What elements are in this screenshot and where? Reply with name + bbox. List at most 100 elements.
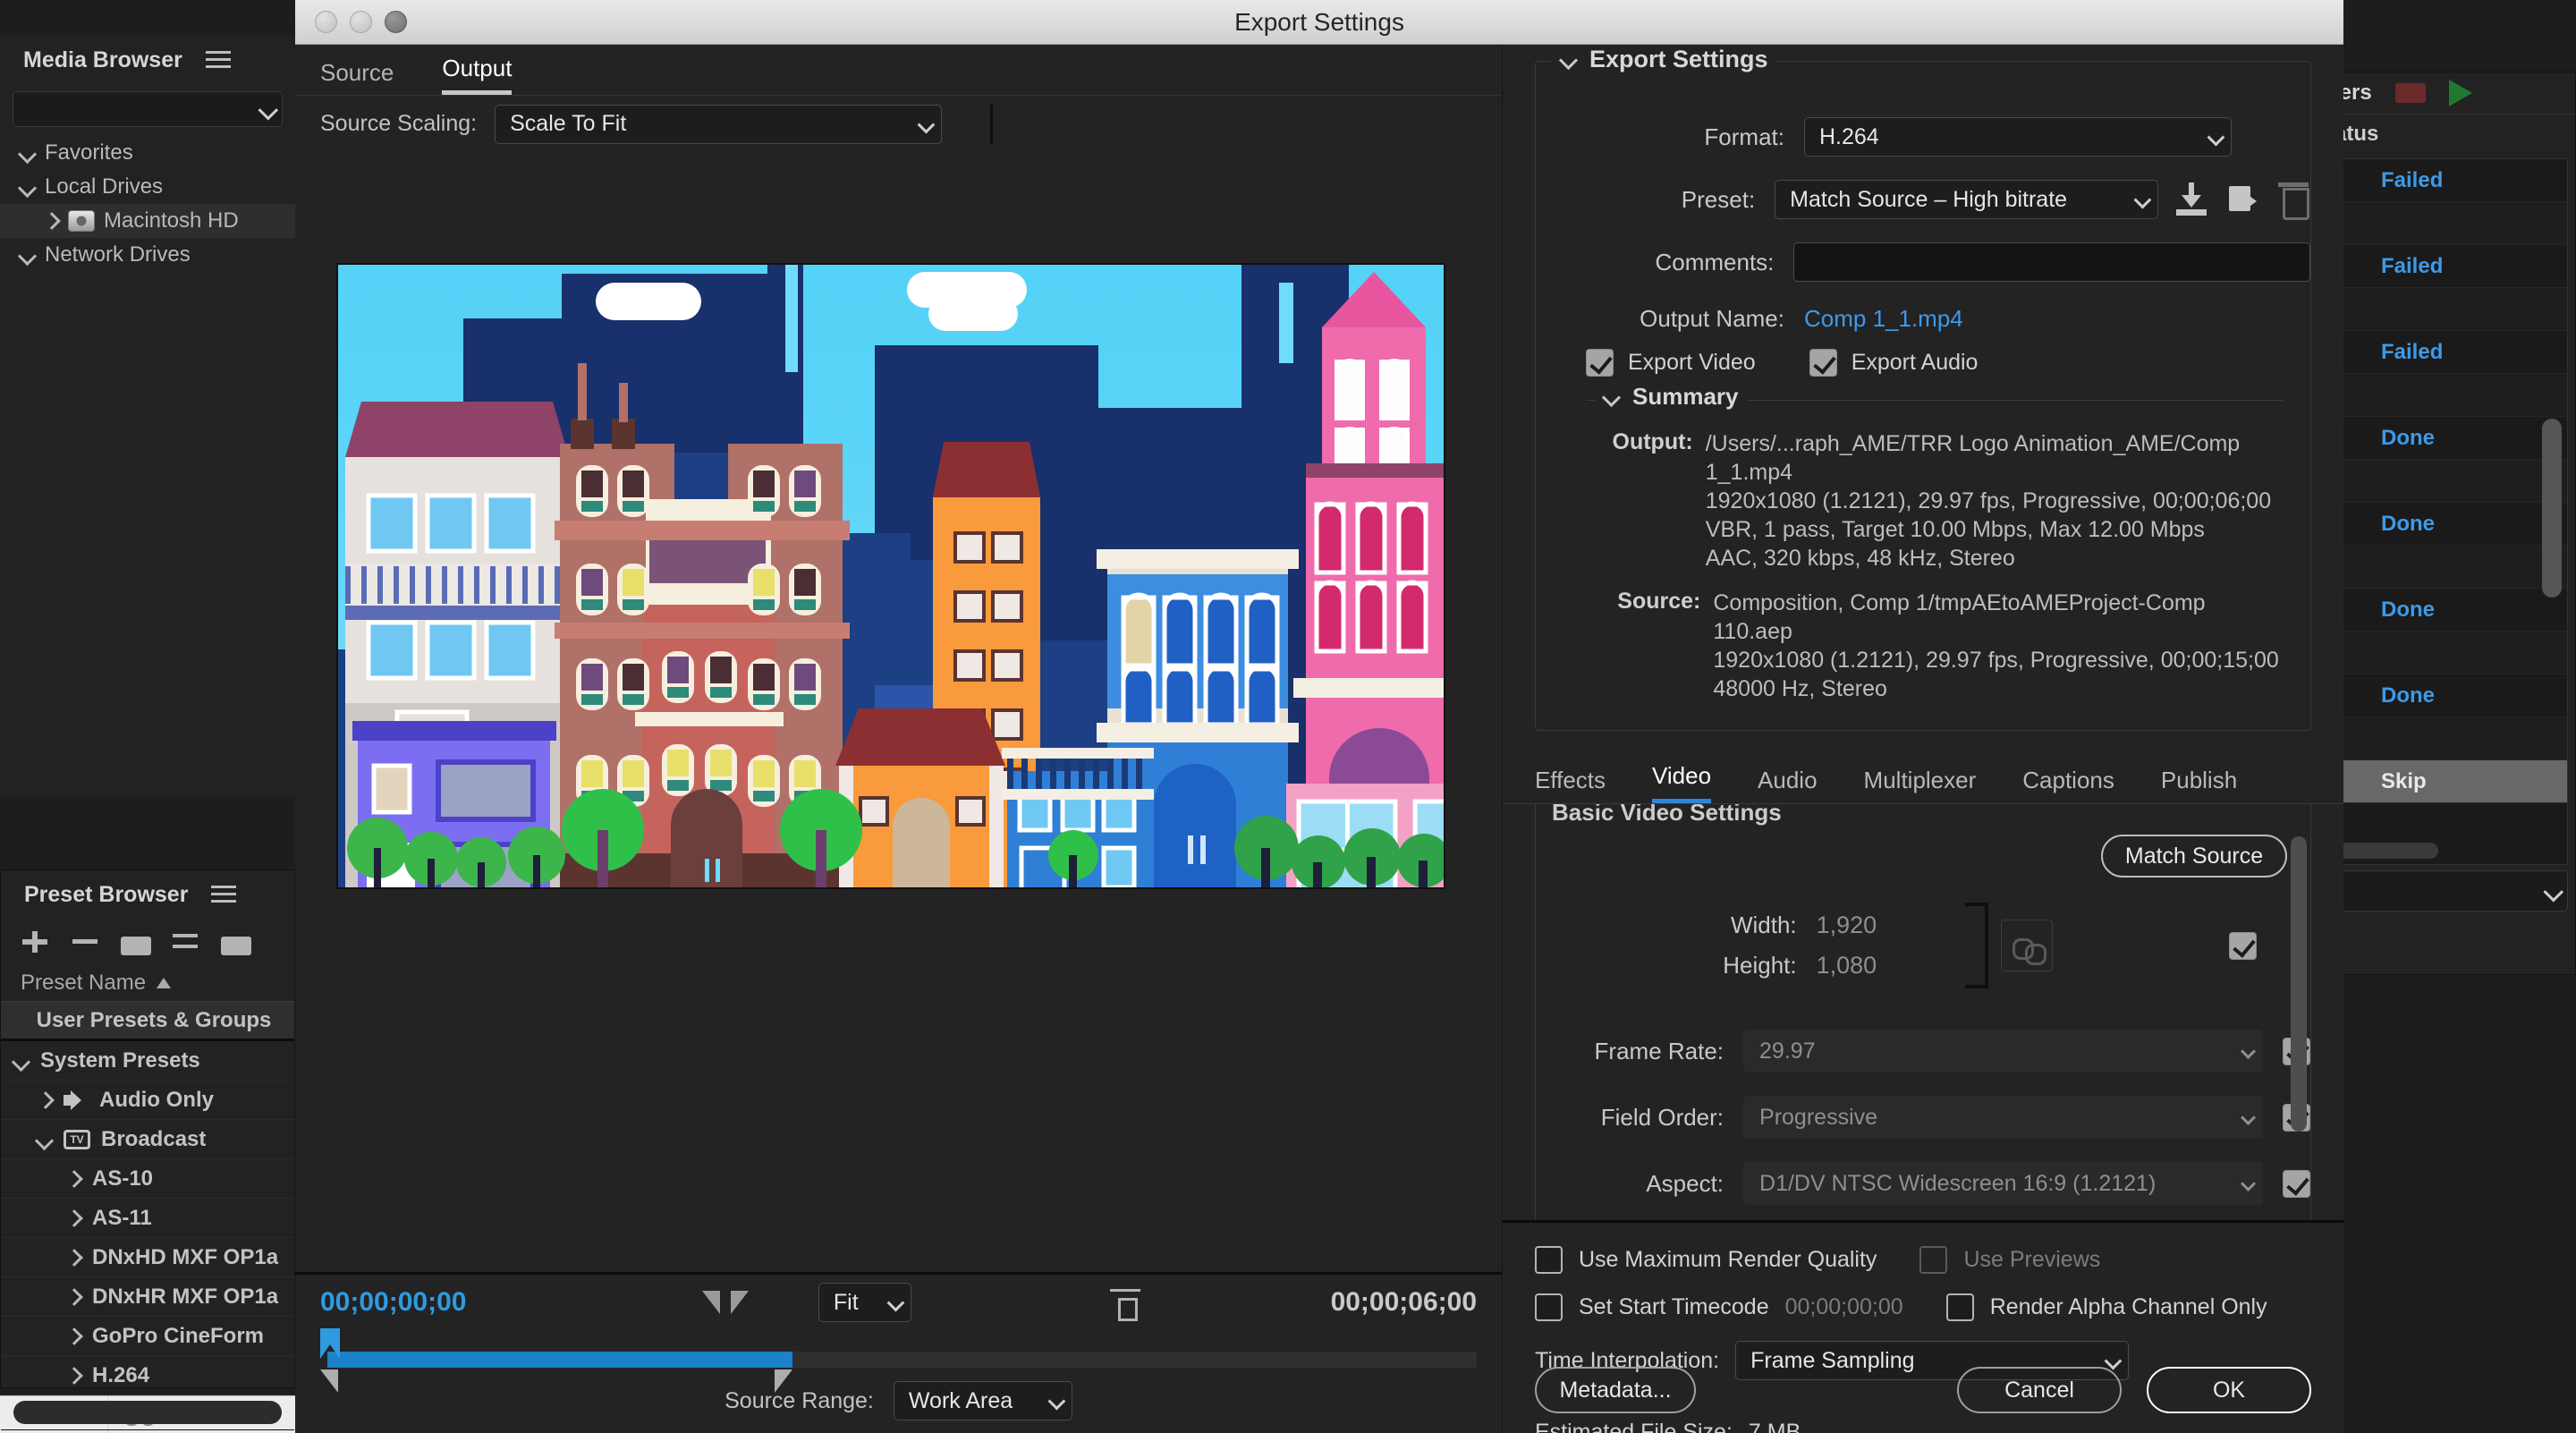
preset-label: H.264 [92,1362,150,1387]
tab-output[interactable]: Output [442,55,513,95]
export-video-checkbox[interactable] [1586,349,1614,377]
stop-icon[interactable] [2394,83,2426,103]
list-item[interactable]: H.264 [1,1356,294,1395]
start-queue-icon[interactable] [2448,80,2472,106]
minus-icon[interactable] [71,929,101,954]
aspect-select[interactable]: D1/DV NTSC Widescreen 16:9 (1.2121) [1743,1162,2263,1205]
estimated-file-size-value: 7 MB [1748,1420,1801,1433]
set-start-timecode-value[interactable]: 00;00;00;00 [1785,1294,1903,1320]
list-item[interactable]: User Presets & Groups [1,1002,294,1041]
scrub-bar-area[interactable] [320,1328,1477,1393]
dialog-titlebar[interactable]: Export Settings [295,0,2343,45]
format-select[interactable]: H.264 [1804,117,2232,157]
cancel-button[interactable]: Cancel [1957,1367,2122,1413]
tree-label: Favorites [45,140,133,165]
import-preset-icon[interactable] [2224,181,2260,218]
tab-video[interactable]: Video [1652,762,1712,803]
current-timecode[interactable]: 00;00;00;00 [320,1287,466,1318]
width-height-checkbox[interactable] [2229,931,2257,960]
preset-label: User Presets & Groups [36,1007,272,1032]
tree-row-favorites[interactable]: Favorites [0,136,295,170]
source-range-select[interactable]: Work Area [893,1381,1072,1420]
preset-label: Preset: [1681,185,1756,213]
preset-settings-icon[interactable] [171,929,201,954]
tab-effects[interactable]: Effects [1535,767,1606,803]
chevron-down-icon[interactable] [1561,52,1577,68]
import-preset-icon[interactable] [221,936,251,955]
tab-captions[interactable]: Captions [2022,767,2114,803]
ok-button[interactable]: OK [2147,1367,2311,1413]
tree-row-network-drives[interactable]: Network Drives [0,238,295,272]
chevron-down-icon[interactable] [20,247,36,263]
status-badge: Done [2381,425,2435,450]
list-item[interactable]: System Presets [1,1041,294,1081]
comments-input[interactable] [1793,242,2310,282]
plus-icon[interactable] [21,929,51,954]
set-out-point-icon[interactable] [730,1291,749,1314]
tab-source[interactable]: Source [320,59,394,95]
width-value[interactable]: 1,920 [1817,912,1965,939]
zoom-level-select[interactable]: Fit [818,1283,911,1322]
export-settings-legend[interactable]: Export Settings [1552,46,1777,73]
comments-label: Comments: [1655,248,1775,276]
chevron-right-icon[interactable] [65,1171,81,1187]
list-item[interactable]: AS-11 [1,1199,294,1238]
list-item[interactable]: DNxHR MXF OP1a [1,1277,294,1317]
render-alpha-only-checkbox[interactable] [1945,1293,1974,1321]
source-scaling-select[interactable]: Scale To Fit [495,104,943,144]
set-in-point-icon[interactable] [701,1291,720,1314]
chevron-down-icon[interactable] [37,1132,53,1148]
new-folder-icon[interactable] [121,936,151,955]
tree-row-local-drives[interactable]: Local Drives [0,170,295,204]
preset-horizontal-scrollbar[interactable] [13,1401,282,1424]
list-item[interactable]: DNxHD MXF OP1a [1,1238,294,1277]
chevron-down-icon[interactable] [20,179,36,195]
chevron-right-icon[interactable] [65,1368,81,1384]
preset-select[interactable]: Match Source – High bitrate [1775,180,2159,219]
media-path-select[interactable] [13,91,283,127]
frame-rate-select[interactable]: 29.97 [1743,1030,2263,1073]
save-preset-icon[interactable] [2173,181,2209,218]
chevron-right-icon[interactable] [65,1328,81,1344]
format-label: Format: [1704,123,1784,150]
chevron-right-icon[interactable] [43,213,59,229]
preset-column-header[interactable]: Preset Name [1,965,294,1001]
status-badge: Failed [2381,167,2444,192]
output-name-link[interactable]: Comp 1_1.mp4 [1804,305,1963,333]
chevron-right-icon[interactable] [65,1210,81,1226]
chevron-right-icon[interactable] [65,1250,81,1266]
aspect-ratio-icon[interactable] [1109,1285,1140,1321]
work-area-range[interactable] [327,1352,792,1368]
tab-publish[interactable]: Publish [2161,767,2237,803]
chevron-down-icon[interactable] [13,1053,30,1069]
video-settings-scrollbar[interactable] [2291,836,2307,1132]
set-start-timecode-checkbox[interactable] [1535,1293,1563,1321]
list-item[interactable]: Audio Only [1,1081,294,1120]
field-order-select[interactable]: Progressive [1743,1096,2263,1139]
export-audio-checkbox[interactable] [1809,349,1837,377]
list-item[interactable]: AS-10 [1,1159,294,1199]
match-source-button[interactable]: Match Source [2101,835,2287,878]
chevron-right-icon[interactable] [65,1289,81,1305]
tab-audio[interactable]: Audio [1758,767,1818,803]
list-item[interactable]: TV Broadcast [1,1120,294,1159]
chevron-down-icon[interactable] [1604,389,1620,405]
list-item[interactable]: GoPro CineForm [1,1317,294,1356]
tree-row-macintosh-hd[interactable]: Macintosh HD [0,204,295,238]
hamburger-icon[interactable] [211,886,237,903]
tab-multiplexer[interactable]: Multiplexer [1864,767,1977,803]
chevron-down-icon [2241,1109,2257,1125]
render-options-row-2: Set Start Timecode 00;00;00;00 Render Al… [1535,1293,2311,1321]
summary-legend[interactable]: Summary [1595,383,1748,411]
chevron-down-icon[interactable] [20,145,36,161]
chevron-right-icon[interactable] [37,1092,53,1108]
dialog-title: Export Settings [1234,7,1404,36]
playhead[interactable] [320,1328,340,1364]
height-value[interactable]: 1,080 [1817,952,1965,979]
queue-vertical-scrollbar[interactable] [2542,419,2562,598]
hamburger-icon[interactable] [205,51,231,69]
metadata-button[interactable]: Metadata... [1535,1367,1696,1413]
aspect-checkbox[interactable] [2283,1169,2310,1198]
chain-broken-icon[interactable] [2001,920,2053,971]
use-max-render-quality-checkbox[interactable] [1535,1246,1563,1274]
